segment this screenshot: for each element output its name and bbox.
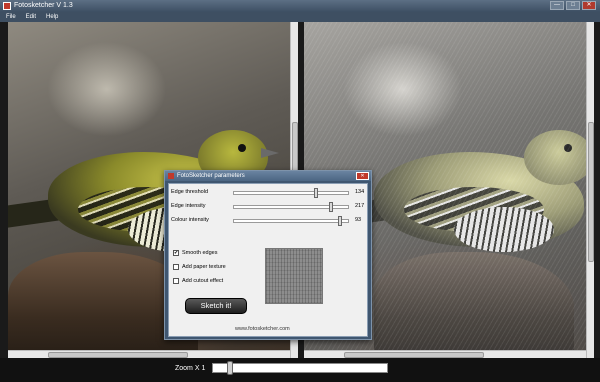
option-label: Add cutout effect [182,278,224,284]
menu-help[interactable]: Help [46,14,58,20]
zoom-label: Zoom X 1 [175,365,206,372]
zoom-bar: Zoom X 1 [0,358,600,382]
colour-intensity-slider[interactable] [233,216,349,226]
parameters-dialog: FotoSketcher parameters ✕ Edge threshold… [164,170,372,340]
edge-intensity-slider-thumb[interactable] [328,202,333,212]
option-cutout-effect[interactable]: Add cutout effect [173,276,223,286]
paper-texture-checkbox[interactable] [173,264,179,270]
dialog-titlebar: FotoSketcher parameters ✕ [165,171,371,181]
zoom-slider-track[interactable] [212,363,388,373]
colour-intensity-slider-thumb[interactable] [338,216,343,226]
dialog-body: Edge threshold 134 Edge intensity 217 Co… [168,183,368,337]
left-horizontal-scrollbar[interactable] [8,350,290,358]
maximize-button[interactable]: □ [566,1,580,10]
website-link[interactable]: www.fotosketcher.com [235,326,290,332]
option-label: Add paper texture [182,264,226,270]
param-label: Edge threshold [171,189,208,195]
app-icon [3,2,11,10]
param-label: Colour intensity [171,217,209,223]
menu-file[interactable]: File [6,14,16,20]
close-button[interactable]: ✕ [582,1,596,10]
minimize-button[interactable]: — [550,1,564,10]
option-smooth-edges[interactable]: ✔ Smooth edges [173,248,217,258]
param-colour-intensity: Colour intensity 93 [171,215,367,227]
right-vertical-scroll-thumb[interactable] [588,122,594,262]
dialog-app-icon [168,173,174,179]
option-paper-texture[interactable]: Add paper texture [173,262,226,272]
right-horizontal-scrollbar[interactable] [304,350,586,358]
menu-bar: File Edit Help [0,12,600,22]
sketch-it-button[interactable]: Sketch it! [185,298,247,314]
param-value: 217 [355,203,365,209]
param-value: 134 [355,189,365,195]
paper-texture-preview [265,248,323,304]
menu-edit[interactable]: Edit [26,14,36,20]
param-edge-intensity: Edge intensity 217 [171,201,367,213]
edge-intensity-slider[interactable] [233,202,349,212]
window-controls: — □ ✕ [550,1,596,10]
smooth-edges-checkbox[interactable]: ✔ [173,250,179,256]
window-title: Fotosketcher V 1.3 [14,2,73,9]
option-label: Smooth edges [182,250,218,256]
param-label: Edge intensity [171,203,206,209]
window-titlebar: Fotosketcher V 1.3 — □ ✕ [0,0,600,12]
dialog-title: FotoSketcher parameters [177,173,245,179]
edge-threshold-slider-thumb[interactable] [314,188,319,198]
right-vertical-scrollbar[interactable] [586,22,594,358]
dialog-close-button[interactable]: ✕ [356,172,369,180]
edge-threshold-slider[interactable] [233,188,349,198]
cutout-effect-checkbox[interactable] [173,278,179,284]
param-value: 93 [355,217,362,223]
zoom-slider-thumb[interactable] [226,361,233,375]
param-edge-threshold: Edge threshold 134 [171,187,367,199]
